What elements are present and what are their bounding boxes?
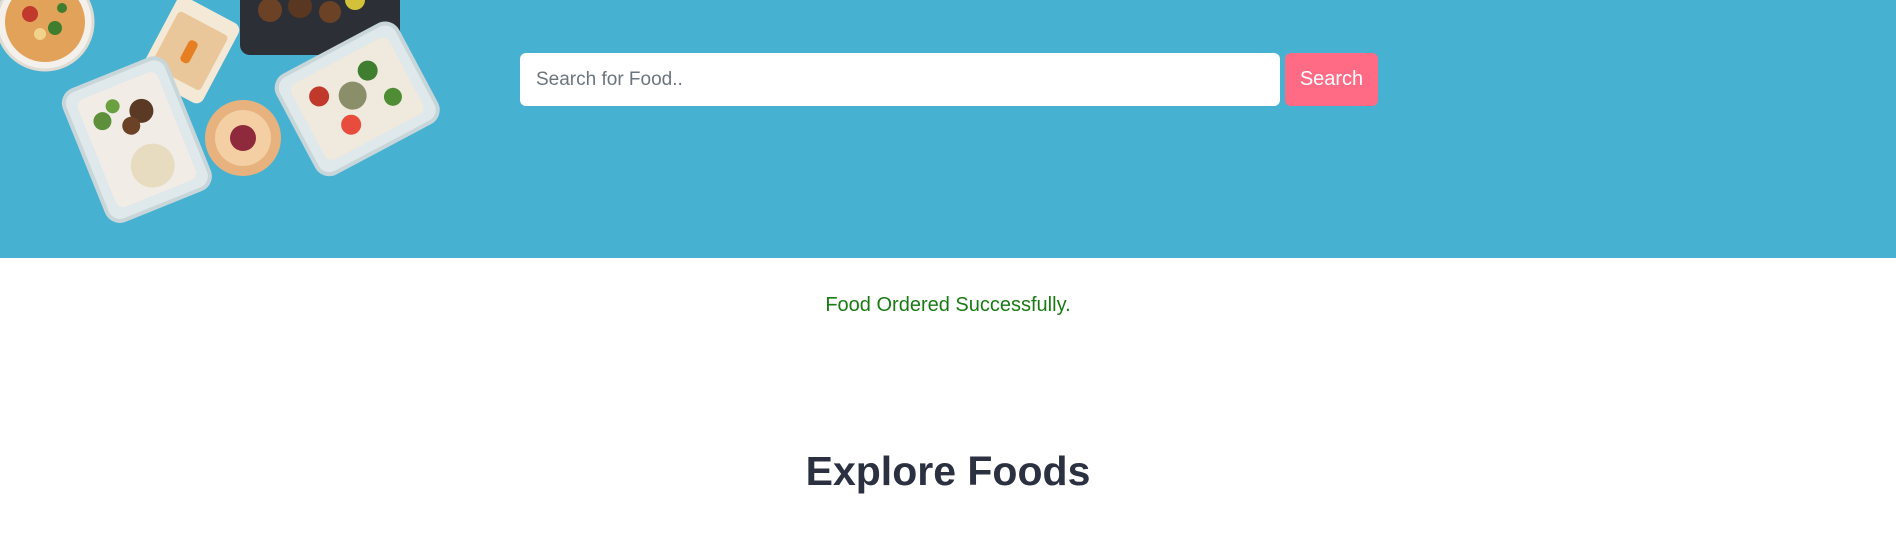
search-button[interactable]: Search bbox=[1285, 53, 1378, 106]
food-containers-illustration bbox=[0, 0, 440, 223]
section-title: Explore Foods bbox=[805, 448, 1091, 494]
hero-banner: Search bbox=[0, 0, 1896, 258]
order-success-message: Food Ordered Successfully. bbox=[825, 294, 1071, 316]
search-input[interactable] bbox=[520, 53, 1280, 106]
